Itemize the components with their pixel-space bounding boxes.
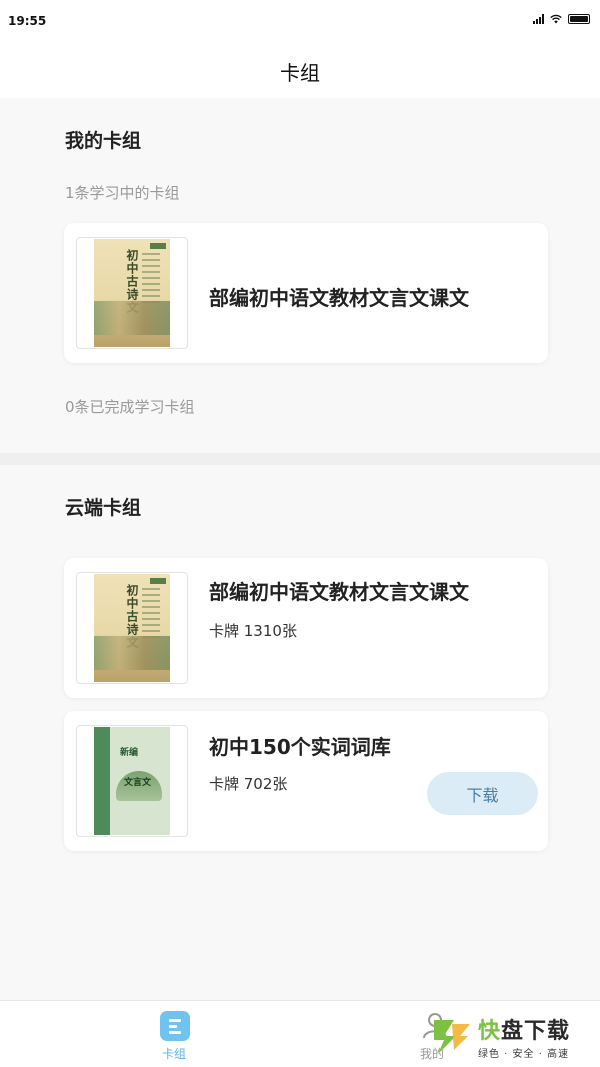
cloud-decks-heading: 云端卡组 [65,497,142,519]
tab-deck[interactable]: 卡组 [162,1045,186,1062]
status-time: 19:55 [8,14,47,28]
deck-title: 初中150个实词词库 [209,735,391,759]
wifi-icon [550,14,562,24]
nav-bar: 卡组 [0,44,600,98]
gushiwen-cover: 初中古诗文 [94,239,170,347]
deck-cover-image: 初中古诗文 [76,237,188,349]
watermark-brand: 快盘下载 [478,1018,571,1044]
watermark-tagline: 绿色 · 安全 · 高速 [478,1048,570,1060]
battery-icon [568,14,590,24]
gushiwen-cover: 初中古诗文 [94,574,170,682]
ciku-cover: 新编 文言文 [94,727,170,835]
page-title: 卡组 [280,60,320,85]
status-icons [533,14,590,24]
download-button[interactable]: 下载 [427,772,538,815]
status-bar: 19:55 [0,0,600,44]
deck-title: 部编初中语文教材文言文课文 [209,286,469,310]
deck-card-count: 卡牌 1310张 [209,622,297,640]
cloud-decks-section: 云端卡组 初中古诗文 部编初中语文教材文言文课文 卡牌 1310张 新编 文言文… [0,465,600,1000]
my-deck-card[interactable]: 初中古诗文 部编初中语文教材文言文课文 [64,223,548,363]
deck-cover-image: 新编 文言文 [76,725,188,837]
watermark-logo: 快盘下载 绿色 · 安全 · 高速 [430,1010,598,1062]
deck-card-count: 卡牌 702张 [209,775,288,793]
watermark-arrow-icon [434,1020,470,1054]
deck-title: 部编初中语文教材文言文课文 [209,580,469,604]
signal-icon [533,14,544,24]
completed-count: 0条已完成学习卡组 [65,398,195,416]
deck-icon[interactable] [160,1011,190,1041]
in-progress-count: 1条学习中的卡组 [65,184,180,202]
my-decks-section: 我的卡组 1条学习中的卡组 初中古诗文 部编初中语文教材文言文课文 0条已完成学… [0,98,600,453]
section-divider [0,453,600,465]
my-decks-heading: 我的卡组 [65,130,142,152]
cloud-deck-card[interactable]: 初中古诗文 部编初中语文教材文言文课文 卡牌 1310张 [64,558,548,698]
watermark-text: 快盘下载 绿色 · 安全 · 高速 [478,1013,570,1060]
deck-cover-image: 初中古诗文 [76,572,188,684]
cloud-deck-card[interactable]: 新编 文言文 初中150个实词词库 卡牌 702张 下载 [64,711,548,851]
